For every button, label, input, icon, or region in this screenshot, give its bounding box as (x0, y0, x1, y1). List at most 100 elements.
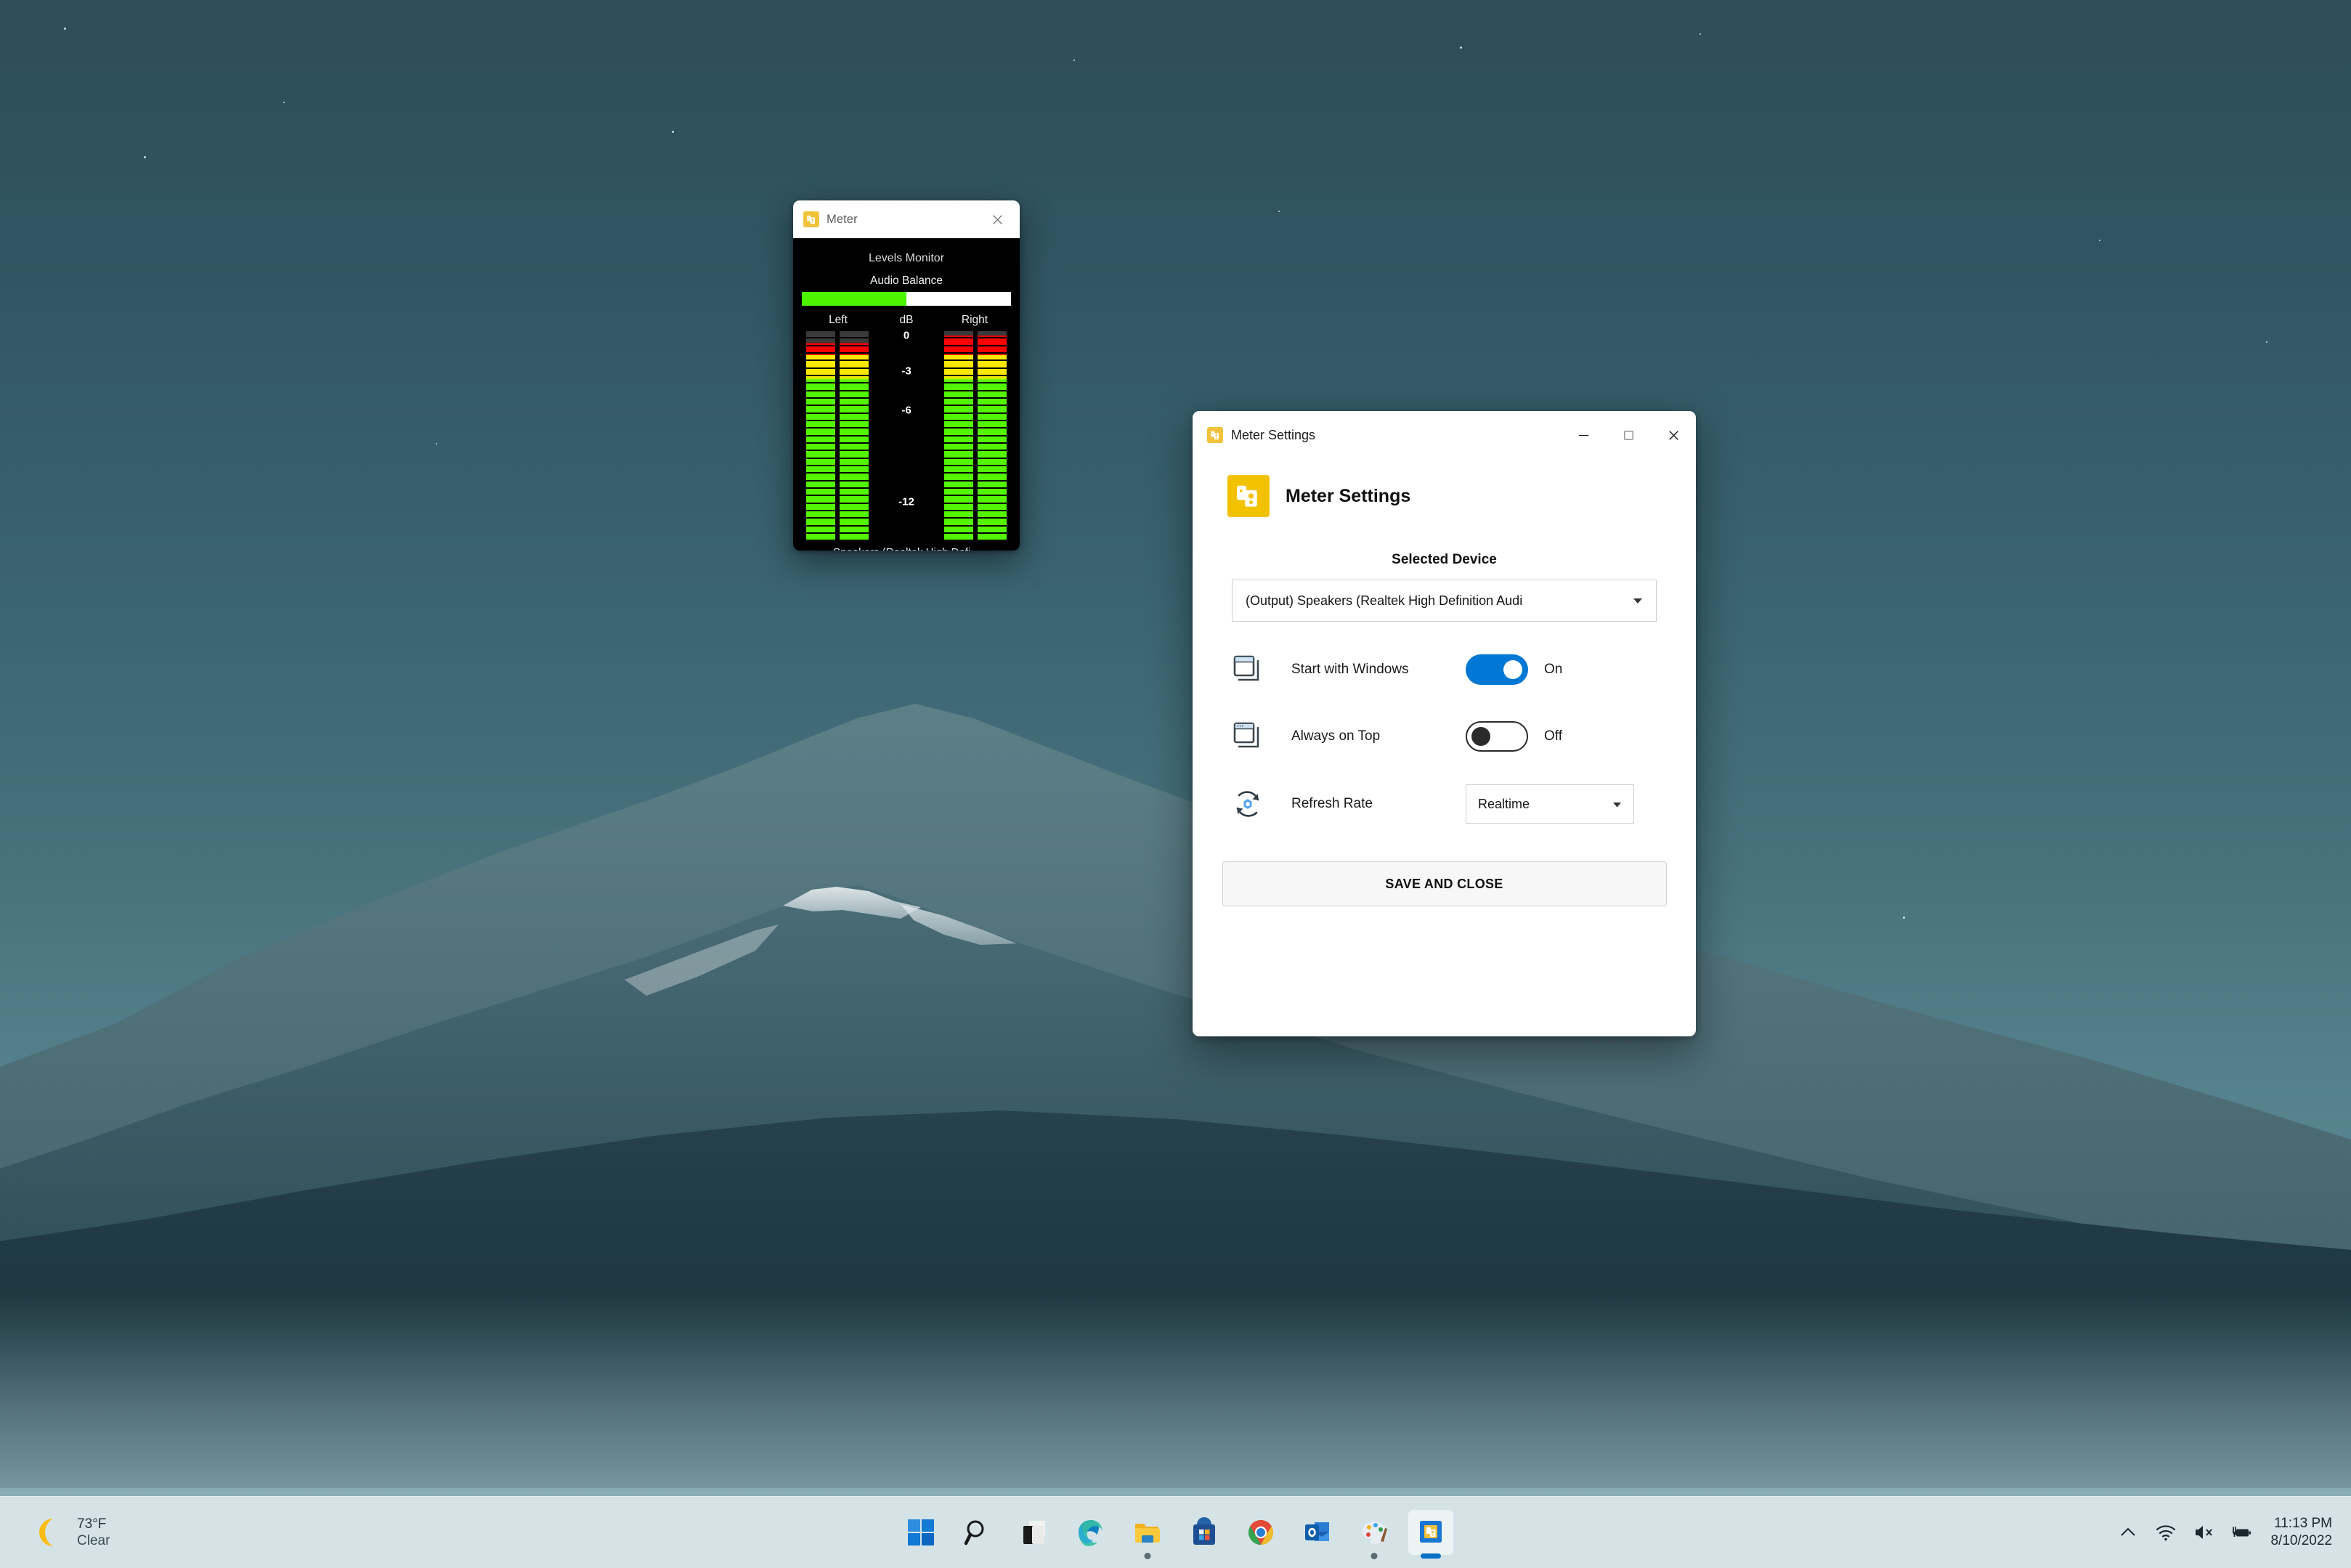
battery-button[interactable] (2222, 1510, 2260, 1555)
start-button[interactable] (898, 1510, 943, 1555)
meter-segment (840, 376, 869, 382)
meter-segment (944, 414, 973, 420)
mountain-near (0, 936, 2351, 1488)
levels-monitor-heading: Levels Monitor (793, 252, 1020, 265)
minimize-button[interactable] (1561, 411, 1606, 459)
meter-segment (978, 361, 1007, 367)
selected-device-dropdown[interactable]: (Output) Speakers (Realtek High Definiti… (1232, 580, 1657, 622)
meter-segment (978, 504, 1007, 510)
outlook-button[interactable] (1295, 1510, 1340, 1555)
meter-segment (978, 466, 1007, 472)
meter-segment (806, 331, 835, 337)
window-controls (1561, 411, 1696, 459)
minimize-icon (1577, 428, 1591, 442)
maximize-button[interactable] (1606, 411, 1651, 459)
setting-label-refresh-rate: Refresh Rate (1291, 796, 1466, 812)
file-explorer-button[interactable] (1125, 1510, 1170, 1555)
meter-segment (944, 436, 973, 442)
meter-button[interactable] (1408, 1510, 1453, 1555)
meter-segment (944, 376, 973, 382)
meter-window[interactable]: Meter Levels Monitor Audio Balance Left … (793, 200, 1020, 551)
microsoft-store-button[interactable] (1182, 1510, 1227, 1555)
meter-segment (840, 406, 869, 412)
toggle-knob (1471, 727, 1490, 746)
chevron-up-icon (2117, 1522, 2139, 1543)
selected-device-label: Selected Device (1193, 552, 1696, 568)
task-view-button[interactable] (1012, 1510, 1057, 1555)
chrome-button[interactable] (1238, 1510, 1283, 1555)
meter-segment (944, 383, 973, 389)
meter-segment (840, 519, 869, 524)
meter-segment (840, 331, 869, 337)
meter-segment (840, 436, 869, 442)
meter-settings-window[interactable]: Meter Settings (1193, 411, 1696, 1036)
always-on-top-state: Off (1544, 728, 1562, 744)
meter-segment (806, 504, 835, 510)
db-tick-label: -3 (872, 365, 941, 377)
volume-muted-icon (2193, 1522, 2214, 1543)
search-button[interactable] (955, 1510, 1000, 1555)
meter-segment (840, 421, 869, 427)
meter-segment (978, 519, 1007, 524)
meter-segment (840, 369, 869, 375)
meter-device-name: Speakers (Realtek High Defi... (793, 546, 1020, 551)
meter-segment (944, 346, 973, 352)
settings-close-button[interactable] (1651, 411, 1696, 459)
balance-left-fill (802, 292, 906, 306)
meter-segment (944, 421, 973, 427)
settings-window-title: Meter Settings (1231, 428, 1315, 443)
meter-segment (944, 361, 973, 367)
meter-segment (840, 459, 869, 465)
meter-grid: 0-3-6-12-24-48 (802, 331, 1011, 540)
meter-segment (944, 511, 973, 517)
clock[interactable]: 11:13 PM 8/10/2022 (2270, 1515, 2332, 1550)
db-scale: 0-3-6-12-24-48 (872, 331, 941, 540)
meter-segment (806, 369, 835, 375)
meter-titlebar[interactable]: Meter (793, 200, 1020, 238)
meter-segment (944, 519, 973, 524)
db-tick-label: -12 (872, 496, 941, 508)
meter-segment (978, 451, 1007, 457)
meter-segment (978, 383, 1007, 389)
save-and-close-button[interactable]: SAVE AND CLOSE (1222, 861, 1667, 906)
meter-segment (806, 444, 835, 450)
channel-headers: Left dB Right (802, 314, 1011, 327)
refresh-rate-dropdown[interactable]: Realtime (1466, 784, 1634, 824)
meter-segment (978, 391, 1007, 397)
meter-segment (806, 346, 835, 352)
weather-text: 73°F Clear (77, 1516, 110, 1549)
meter-segment (840, 361, 869, 367)
refresh-gear-icon (1229, 785, 1267, 823)
meter-segment (840, 474, 869, 479)
volume-button[interactable] (2185, 1510, 2222, 1555)
network-button[interactable] (2147, 1510, 2185, 1555)
meter-segment (806, 354, 835, 359)
meter-close-button[interactable] (980, 200, 1014, 238)
meter-segment (944, 489, 973, 495)
setting-label-start-with-windows: Start with Windows (1291, 662, 1466, 678)
meter-segment (840, 428, 869, 434)
file-explorer-icon (1132, 1517, 1163, 1548)
meter-segment (978, 331, 1007, 337)
always-on-top-toggle[interactable] (1466, 721, 1528, 752)
meter-segment (840, 534, 869, 540)
meter-window-title: Meter (827, 213, 858, 227)
show-hidden-icons-button[interactable] (2109, 1510, 2147, 1555)
meter-segment (806, 474, 835, 479)
meter-segment (806, 534, 835, 540)
running-indicator (1371, 1553, 1377, 1559)
paint-button[interactable] (1352, 1510, 1397, 1555)
db-tick-label: 0 (872, 329, 941, 341)
setting-row-always-on-top[interactable]: Always on Top Off (1193, 718, 1696, 755)
meter-segment (944, 338, 973, 344)
meter-segment (978, 376, 1007, 382)
start-with-windows-toggle[interactable] (1466, 654, 1528, 685)
setting-row-refresh-rate[interactable]: Refresh Rate Realtime (1193, 784, 1696, 824)
chrome-icon (1246, 1517, 1276, 1548)
settings-titlebar[interactable]: Meter Settings (1193, 411, 1696, 459)
weather-widget[interactable]: 73°F Clear (0, 1514, 232, 1551)
meter-segment (944, 428, 973, 434)
meter-app-icon (1416, 1517, 1446, 1548)
setting-row-start-with-windows[interactable]: Start with Windows On (1193, 651, 1696, 688)
edge-button[interactable] (1068, 1510, 1113, 1555)
